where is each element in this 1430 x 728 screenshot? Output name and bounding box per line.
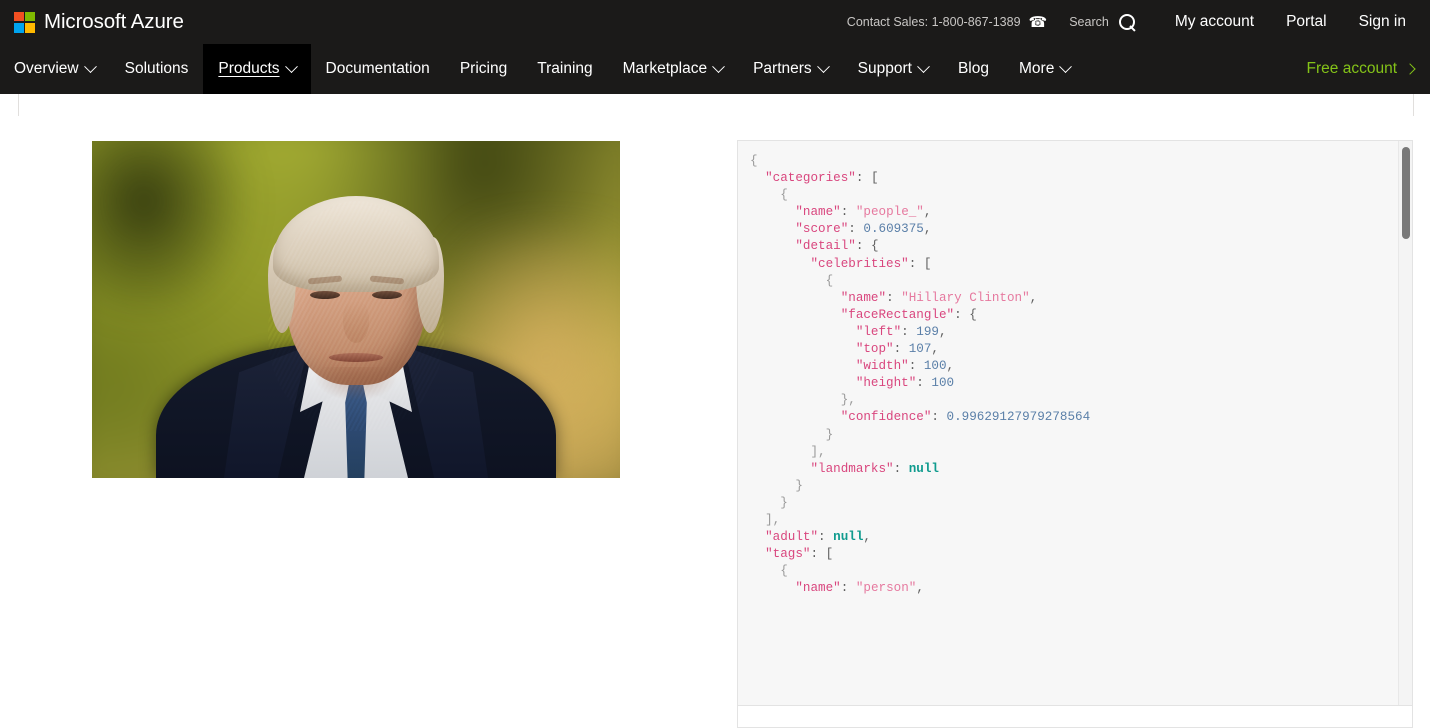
- chevron-right-icon: [1404, 63, 1416, 75]
- nav-label: Solutions: [124, 60, 189, 77]
- nav-item-overview[interactable]: Overview: [0, 44, 110, 94]
- microsoft-logo-icon: [14, 11, 35, 33]
- contact-sales-label: Contact Sales: 1-800-867-1389: [846, 15, 1021, 29]
- nav-label: Overview: [14, 60, 79, 77]
- sign-in-link[interactable]: Sign in: [1343, 13, 1422, 31]
- nav-label: Support: [857, 60, 912, 77]
- chevron-down-icon: [917, 59, 930, 73]
- nav-label: Partners: [753, 60, 812, 77]
- nav-label: Training: [537, 60, 593, 77]
- json-result-scroll-area: { "categories": [ { "name": "people_", "…: [738, 141, 1398, 705]
- top-utility-bar: Microsoft Azure Contact Sales: 1-800-867…: [0, 0, 1430, 44]
- free-account-label: Free account: [1306, 60, 1397, 77]
- nav-item-documentation[interactable]: Documentation: [311, 44, 445, 94]
- image-background-shadow: [92, 141, 252, 321]
- chevron-down-icon: [284, 59, 298, 73]
- scrollbar-thumb[interactable]: [1402, 147, 1410, 239]
- nav-label: Blog: [957, 60, 989, 77]
- nav-item-solutions[interactable]: Solutions: [110, 44, 204, 94]
- page-content: { "categories": [ { "name": "people_", "…: [0, 94, 1430, 728]
- main-navigation-bar: Overview Solutions Products Documentatio…: [0, 44, 1430, 94]
- phone-icon: ☎: [1028, 13, 1048, 31]
- vertical-scrollbar[interactable]: [1398, 141, 1412, 705]
- chevron-down-icon: [712, 59, 725, 73]
- nav-label: Documentation: [325, 60, 430, 77]
- chevron-down-icon: [816, 59, 830, 73]
- brand-title: Microsoft Azure: [44, 10, 184, 33]
- json-result-code: { "categories": [ { "name": "people_", "…: [750, 154, 1091, 596]
- search-button[interactable]: Search: [1069, 13, 1137, 32]
- chevron-down-icon: [1059, 59, 1073, 73]
- json-result-footer: [737, 706, 1413, 728]
- json-result-panel: { "categories": [ { "name": "people_", "…: [737, 140, 1413, 706]
- nav-label: More: [1019, 60, 1055, 77]
- search-icon: [1118, 13, 1137, 32]
- nav-label: Pricing: [459, 60, 508, 77]
- top-right-links: Contact Sales: 1-800-867-1389 ☎ Search M…: [847, 0, 1422, 44]
- nav-label: Products: [218, 60, 280, 77]
- nav-item-training[interactable]: Training: [522, 44, 607, 94]
- nav-item-products[interactable]: Products: [203, 44, 311, 94]
- nav-item-pricing[interactable]: Pricing: [445, 44, 522, 94]
- nav-item-more[interactable]: More: [1004, 44, 1085, 94]
- free-account-button[interactable]: Free account: [1291, 44, 1430, 94]
- azure-brand-logo[interactable]: Microsoft Azure: [14, 10, 184, 34]
- chevron-down-icon: [83, 59, 97, 73]
- nav-label: Marketplace: [622, 60, 708, 77]
- left-divider: [18, 94, 19, 116]
- contact-sales[interactable]: Contact Sales: 1-800-867-1389 ☎: [847, 15, 1047, 30]
- nav-item-marketplace[interactable]: Marketplace: [608, 44, 738, 94]
- nav-item-support[interactable]: Support: [843, 44, 943, 94]
- portal-link[interactable]: Portal: [1270, 13, 1343, 31]
- nav-item-blog[interactable]: Blog: [943, 44, 1004, 94]
- right-divider: [1413, 94, 1414, 116]
- search-label: Search: [1069, 15, 1109, 29]
- analyzed-image[interactable]: [92, 141, 620, 478]
- nav-item-partners[interactable]: Partners: [738, 44, 843, 94]
- my-account-link[interactable]: My account: [1159, 13, 1270, 31]
